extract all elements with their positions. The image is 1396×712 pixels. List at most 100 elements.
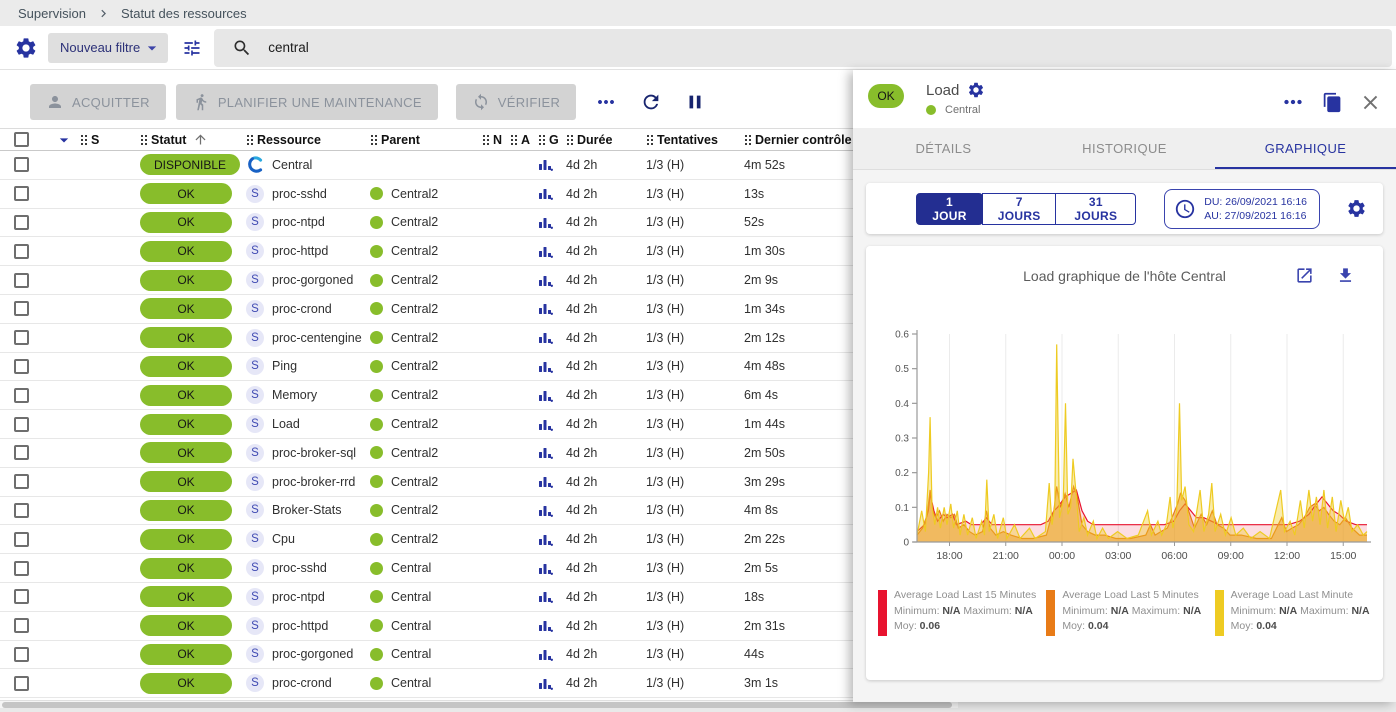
drag-handle-icon[interactable] [140,134,147,145]
parent-name[interactable]: Central2 [391,359,438,373]
tab-historique[interactable]: HISTORIQUE [1034,128,1215,169]
table-row[interactable]: OKSCpuCentral24d 2h1/3 (H)2m 22s [0,525,853,554]
show-graph-button[interactable] [538,273,566,288]
row-checkbox[interactable] [14,330,29,345]
parent-name[interactable]: Central2 [391,302,438,316]
parent-name[interactable]: Central2 [391,532,438,546]
row-checkbox[interactable] [14,618,29,633]
show-graph-button[interactable] [538,676,566,691]
resource-name[interactable]: proc-sshd [272,561,327,575]
parent-name[interactable]: Central [391,590,431,604]
row-checkbox[interactable] [14,647,29,662]
show-graph-button[interactable] [538,301,566,316]
acknowledge-button[interactable]: ACQUITTER [30,84,166,120]
table-row[interactable]: OKSproc-centengineCentral24d 2h1/3 (H)2m… [0,324,853,353]
parent-name[interactable]: Central2 [391,273,438,287]
resource-name[interactable]: proc-centengine [272,331,362,345]
col-header-parent[interactable]: Parent [381,133,420,147]
show-graph-button[interactable] [538,503,566,518]
table-row[interactable]: OKSproc-httpdCentral4d 2h1/3 (H)2m 31s [0,612,853,641]
col-header-last-check[interactable]: Dernier contrôle [755,133,852,147]
parent-name[interactable]: Central2 [391,417,438,431]
time-range-button[interactable]: 7 JOURS [982,193,1056,225]
tab-détails[interactable]: DÉTAILS [853,128,1034,169]
row-checkbox[interactable] [14,532,29,547]
resource-name[interactable]: Memory [272,388,317,402]
col-header-status[interactable]: Statut [151,133,186,147]
col-header-n[interactable]: N [493,133,502,147]
table-row[interactable]: OKSproc-broker-sqlCentral24d 2h1/3 (H)2m… [0,439,853,468]
select-rows-dropdown-icon[interactable] [54,130,74,150]
table-row[interactable]: OKSproc-httpdCentral24d 2h1/3 (H)1m 30s [0,237,853,266]
drag-handle-icon[interactable] [646,134,653,145]
drag-handle-icon[interactable] [744,134,751,145]
sort-asc-icon[interactable] [190,132,208,147]
parent-name[interactable]: Central2 [391,446,438,460]
table-row[interactable]: OKSproc-gorgonedCentral4d 2h1/3 (H)44s [0,641,853,670]
panel-close-button[interactable] [1359,91,1382,114]
table-row[interactable]: OKSproc-crondCentral24d 2h1/3 (H)1m 34s [0,295,853,324]
row-checkbox[interactable] [14,589,29,604]
parent-name[interactable]: Central2 [391,503,438,517]
row-checkbox[interactable] [14,474,29,489]
parent-name[interactable]: Central2 [391,244,438,258]
col-header-resource[interactable]: Ressource [257,133,321,147]
tune-filter-icon[interactable] [182,38,202,58]
row-checkbox[interactable] [14,186,29,201]
drag-handle-icon[interactable] [482,134,489,145]
parent-name[interactable]: Central [391,676,431,690]
resource-name[interactable]: proc-broker-rrd [272,475,355,489]
resource-name[interactable]: proc-httpd [272,244,328,258]
row-checkbox[interactable] [14,359,29,374]
resource-name[interactable]: proc-broker-sql [272,446,356,460]
scrollbar-thumb[interactable] [2,702,952,708]
table-row[interactable]: OKSproc-ntpdCentral4d 2h1/3 (H)18s [0,583,853,612]
table-row[interactable]: OKSproc-broker-rrdCentral24d 2h1/3 (H)3m… [0,468,853,497]
table-row[interactable]: OKSproc-ntpdCentral24d 2h1/3 (H)52s [0,209,853,238]
table-row[interactable]: OKSproc-crondCentral4d 2h1/3 (H)3m 1s [0,669,853,698]
panel-more-button[interactable] [1280,89,1306,115]
row-checkbox[interactable] [14,215,29,230]
col-header-g[interactable]: G [549,133,559,147]
drag-handle-icon[interactable] [510,134,517,145]
filters-gear-icon[interactable] [14,36,38,60]
resource-name[interactable]: proc-sshd [272,187,327,201]
drag-handle-icon[interactable] [370,134,377,145]
new-filter-dropdown[interactable]: Nouveau filtre [48,33,168,63]
search-input[interactable] [266,39,566,56]
show-graph-button[interactable] [538,215,566,230]
load-chart[interactable]: 00.10.20.30.40.50.618:0021:0000:0003:000… [875,324,1375,576]
row-checkbox[interactable] [14,388,29,403]
resource-name[interactable]: Load [272,417,300,431]
row-checkbox[interactable] [14,273,29,288]
parent-name[interactable]: Central2 [391,187,438,201]
row-checkbox[interactable] [14,676,29,691]
time-range-button[interactable]: 31 JOURS [1055,193,1136,225]
resource-name[interactable]: proc-gorgoned [272,273,353,287]
parent-name[interactable]: Central [391,561,431,575]
set-maintenance-button[interactable]: PLANIFIER UNE MAINTENANCE [176,84,438,120]
table-row[interactable]: DISPONIBLECentral4d 2h1/3 (H)4m 52s [0,151,853,180]
copy-link-button[interactable] [1322,92,1343,113]
resource-name[interactable]: proc-ntpd [272,590,325,604]
show-graph-button[interactable] [538,474,566,489]
table-row[interactable]: OKSproc-gorgonedCentral24d 2h1/3 (H)2m 9… [0,266,853,295]
time-range-button[interactable]: 1 JOUR [916,193,983,225]
show-graph-button[interactable] [538,244,566,259]
pause-autorefresh-button[interactable] [684,91,706,113]
parent-name[interactable]: Central [391,619,431,633]
resource-name[interactable]: proc-crond [272,302,332,316]
show-graph-button[interactable] [538,330,566,345]
resource-name[interactable]: proc-httpd [272,619,328,633]
show-graph-button[interactable] [538,359,566,374]
graph-settings-button[interactable] [1346,198,1367,219]
legend-item[interactable]: Average Load Last 15 MinutesMinimum: N/A… [878,588,1036,636]
tab-graphique[interactable]: GRAPHIQUE [1215,128,1396,169]
drag-handle-icon[interactable] [566,134,573,145]
col-header-duration[interactable]: Durée [577,133,612,147]
show-graph-button[interactable] [538,417,566,432]
table-row[interactable]: OKSMemoryCentral24d 2h1/3 (H)6m 4s [0,381,853,410]
row-checkbox[interactable] [14,244,29,259]
row-checkbox[interactable] [14,301,29,316]
refresh-button[interactable] [640,91,662,113]
